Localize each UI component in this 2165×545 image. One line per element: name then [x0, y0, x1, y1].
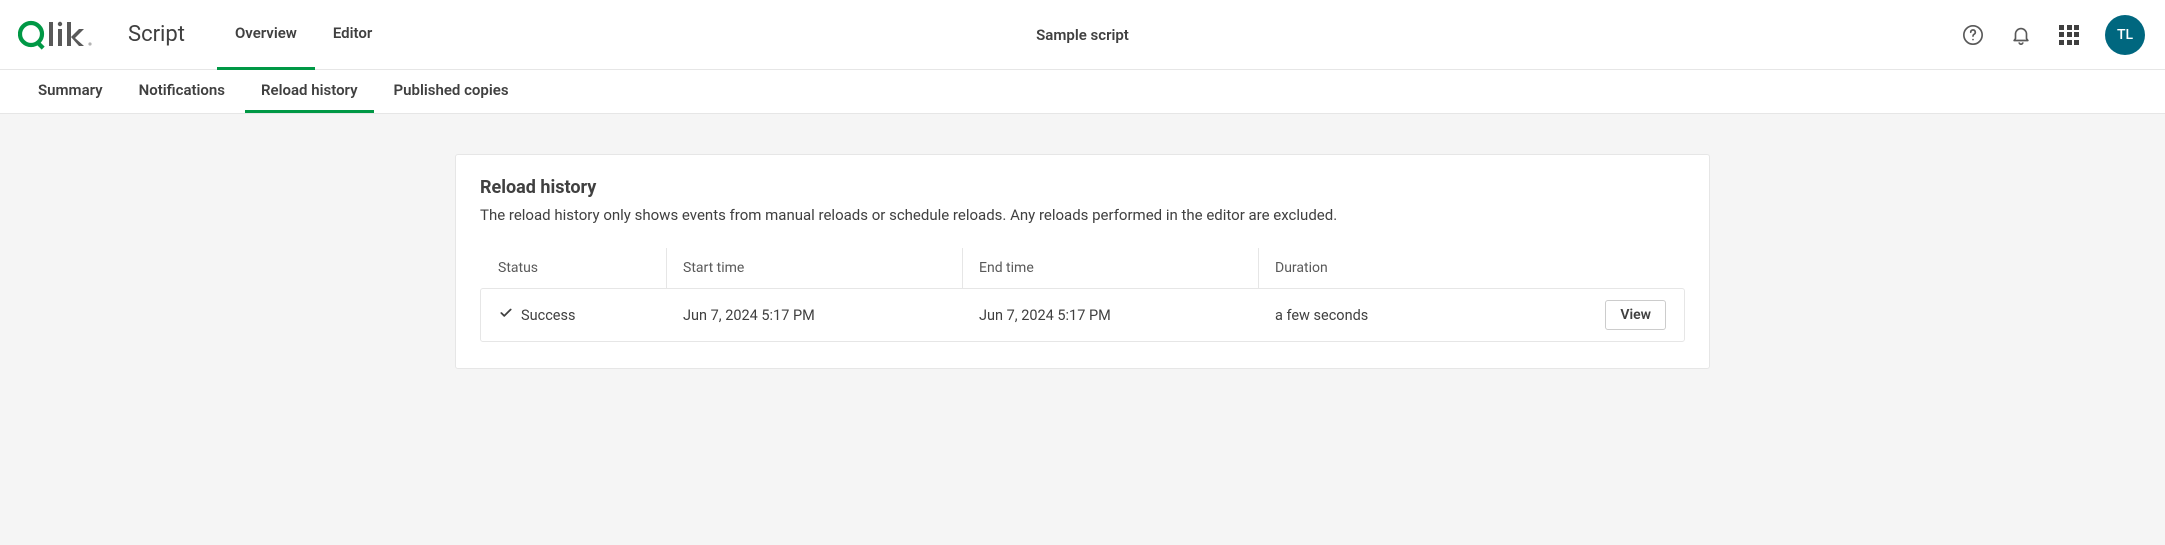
help-icon[interactable] — [1961, 23, 1985, 47]
avatar[interactable]: TL — [2105, 15, 2145, 55]
column-end-time: End time — [962, 248, 1258, 288]
start-time-cell: Jun 7, 2024 5:17 PM — [667, 307, 963, 324]
primary-tabs: Overview Editor — [217, 0, 390, 70]
view-button[interactable]: View — [1605, 300, 1666, 330]
column-status: Status — [480, 248, 666, 288]
reload-history-card: Reload history The reload history only s… — [455, 154, 1710, 369]
status-text: Success — [521, 307, 575, 324]
card-description: The reload history only shows events fro… — [480, 206, 1685, 224]
page: Reload history The reload history only s… — [0, 114, 2165, 429]
tab-editor[interactable]: Editor — [315, 0, 390, 70]
card-heading: Reload history — [480, 177, 1685, 198]
reload-table: Status Start time End time Duration Succ… — [480, 248, 1685, 342]
check-icon — [499, 306, 513, 324]
tab-published-copies[interactable]: Published copies — [378, 70, 525, 113]
column-start-time: Start time — [666, 248, 962, 288]
apps-grid-icon[interactable] — [2057, 23, 2081, 47]
product-label: Script — [128, 22, 185, 47]
tab-reload-history[interactable]: Reload history — [245, 70, 374, 113]
status-cell: Success — [499, 306, 667, 324]
qlik-logo[interactable] — [18, 20, 94, 50]
column-action — [1575, 248, 1685, 288]
brand: Script — [18, 20, 185, 50]
end-time-cell: Jun 7, 2024 5:17 PM — [963, 307, 1259, 324]
bell-icon[interactable] — [2009, 23, 2033, 47]
duration-cell: a few seconds — [1259, 307, 1574, 324]
tab-notifications[interactable]: Notifications — [123, 70, 241, 113]
tab-overview[interactable]: Overview — [217, 0, 315, 70]
table-header: Status Start time End time Duration — [480, 248, 1685, 288]
table-row: Success Jun 7, 2024 5:17 PM Jun 7, 2024 … — [480, 288, 1685, 342]
topbar: Script Overview Editor Sample script — [0, 0, 2165, 70]
tab-summary[interactable]: Summary — [22, 70, 119, 113]
secondary-tabs: Summary Notifications Reload history Pub… — [0, 70, 2165, 114]
column-duration: Duration — [1258, 248, 1575, 288]
topbar-right: TL — [1961, 15, 2145, 55]
page-title: Sample script — [1036, 26, 1129, 44]
